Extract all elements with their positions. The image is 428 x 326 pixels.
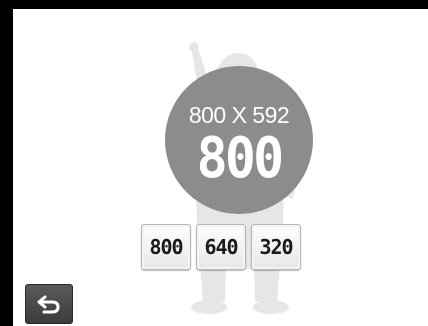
size-options: 800 640 320: [141, 224, 301, 270]
back-button[interactable]: [25, 284, 73, 324]
size-option-label: 640: [204, 235, 238, 259]
photo-size-screen: 800 X 592 800 800 640 320: [13, 9, 428, 326]
size-option-label: 320: [259, 235, 293, 259]
size-option-320-button[interactable]: 320: [251, 224, 301, 270]
size-option-label: 800: [149, 235, 183, 259]
return-arrow-icon: [37, 295, 60, 314]
resolution-dimensions: 800 X 592: [188, 102, 290, 128]
size-option-800-button[interactable]: 800: [141, 224, 191, 270]
selected-size-label: 800: [196, 126, 285, 191]
size-option-640-button[interactable]: 640: [196, 224, 246, 270]
